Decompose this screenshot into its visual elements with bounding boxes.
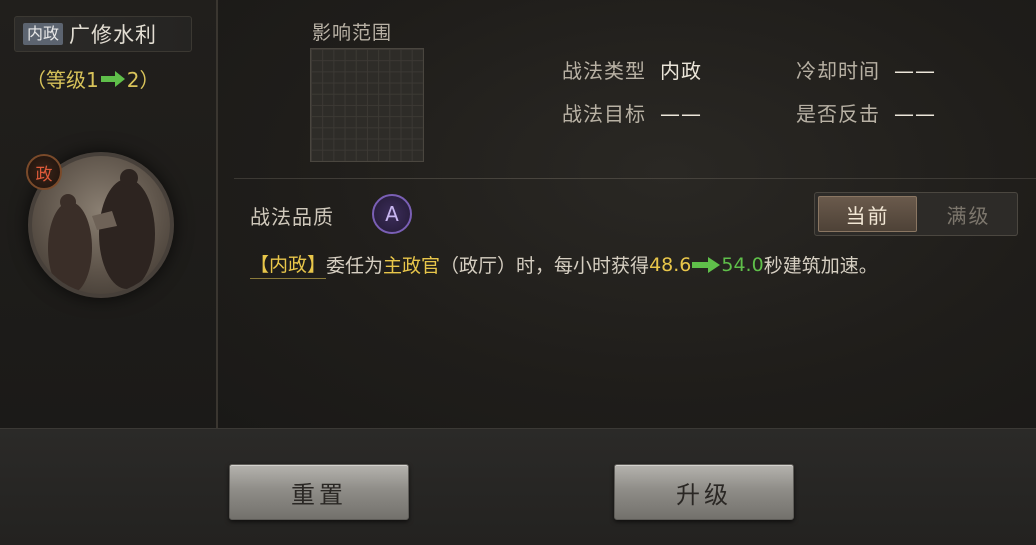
info-counter-key: 是否反击 <box>796 102 880 126</box>
reset-button[interactable]: 重置 <box>229 464 409 520</box>
level-toggle: 当前 满级 <box>814 192 1018 236</box>
quality-grade-badge: A <box>372 194 412 234</box>
level-indicator: （等级1 2） <box>26 64 159 93</box>
info-target-key: 战法目标 <box>562 102 646 126</box>
skill-title: 内政 广修水利 <box>14 16 192 52</box>
description-tag: 【内政】 <box>250 250 327 279</box>
description-from-value: 48.6 <box>649 253 692 276</box>
action-bar <box>0 428 1036 545</box>
upgrade-button[interactable]: 升级 <box>614 464 794 520</box>
description-part2: （政厅）时，每小时获得 <box>440 255 650 277</box>
info-type-key: 战法类型 <box>562 59 646 83</box>
level-from: （等级1 <box>26 68 99 92</box>
info-type: 战法类型 内政 <box>562 55 702 84</box>
info-counter: 是否反击 —— <box>796 98 936 127</box>
description-part3: 秒建筑加速。 <box>763 255 878 277</box>
section-divider <box>234 178 1036 179</box>
range-label: 影响范围 <box>312 22 393 44</box>
info-cooldown-key: 冷却时间 <box>796 59 880 83</box>
description-role: 主政官 <box>383 255 441 277</box>
info-cooldown: 冷却时间 —— <box>796 55 936 84</box>
politics-badge: 政 <box>26 154 62 190</box>
description-to-value: 54.0 <box>721 253 764 276</box>
level-to: 2） <box>126 68 160 92</box>
tab-current[interactable]: 当前 <box>818 196 917 232</box>
info-target: 战法目标 —— <box>562 98 702 127</box>
skill-description: 【内政】 委任为 主政官 （政厅）时，每小时获得 48.6 54.0 秒建筑加速… <box>250 250 878 279</box>
arrow-right-icon <box>692 256 721 273</box>
skill-sidebar: 内政 广修水利 （等级1 2） 政 <box>0 0 218 428</box>
range-grid <box>310 48 424 162</box>
arrow-right-icon <box>100 70 125 87</box>
skill-name: 广修水利 <box>69 23 158 47</box>
skill-type-tag: 内政 <box>23 23 64 45</box>
info-target-value: —— <box>660 102 702 126</box>
quality-label: 战法品质 <box>250 205 334 229</box>
info-cooldown-value: —— <box>894 59 936 83</box>
info-counter-value: —— <box>894 102 936 126</box>
tab-max-level[interactable]: 满级 <box>920 193 1017 235</box>
info-type-value: 内政 <box>660 59 702 83</box>
description-part1: 委任为 <box>326 255 384 277</box>
